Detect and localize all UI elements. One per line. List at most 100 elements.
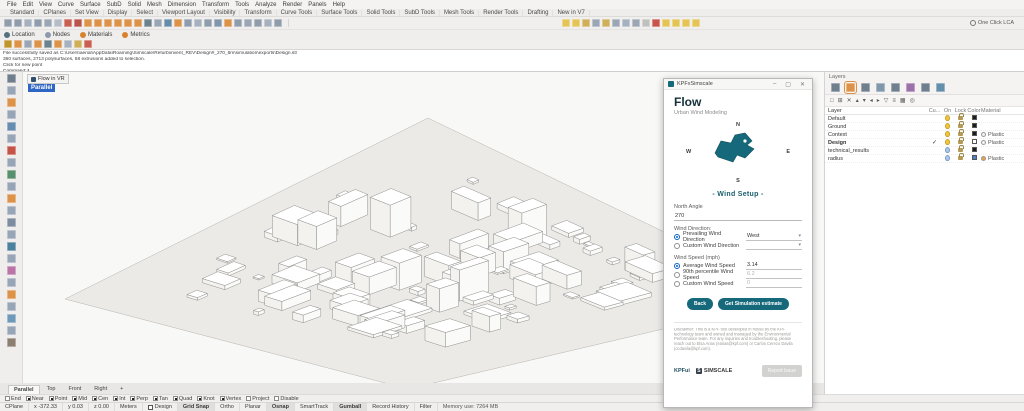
status-toggle[interactable]: Planar (240, 403, 267, 411)
panel-tab-icon[interactable] (921, 83, 930, 92)
toolbar-icon[interactable] (7, 122, 16, 131)
toolbar-icon[interactable] (214, 19, 222, 27)
viewport-tab[interactable]: Parallel (8, 385, 40, 394)
status-toggle[interactable]: Gumball (334, 403, 367, 411)
menu-item[interactable]: Solid (125, 2, 144, 8)
wind-direction-select[interactable]: West ▾ (746, 233, 802, 241)
toolbar-icon[interactable] (652, 19, 660, 27)
osnap-toggle[interactable]: Vertex (220, 396, 242, 402)
wind-direction-select[interactable]: ▾ (746, 242, 802, 250)
toolbar-icon[interactable] (622, 19, 630, 27)
osnap-toggle[interactable]: Quad (173, 396, 192, 402)
viewport-tab[interactable]: Front (62, 384, 87, 394)
checkbox[interactable] (197, 396, 202, 401)
layer-row[interactable]: technical_results ✓ (825, 147, 1024, 155)
layer-lock-icon[interactable] (958, 156, 963, 160)
report-issue-button[interactable]: Report Issue (762, 365, 802, 377)
menu-item[interactable]: Surface (77, 2, 104, 8)
toolbar-icon[interactable] (234, 19, 242, 27)
toolbar-tab[interactable]: New in V7 (553, 10, 589, 16)
toolbar-icon[interactable] (7, 338, 16, 347)
toolbar-icon[interactable] (7, 242, 16, 251)
toolbar-icon[interactable] (184, 19, 192, 27)
radio-button[interactable] (674, 263, 680, 269)
plugin-toolbar-button[interactable]: Materials (80, 32, 112, 38)
layers-toolbar-icon[interactable]: ▸ (877, 97, 880, 104)
layers-toolbar-icon[interactable]: ◎ (910, 97, 915, 104)
toolbar-tab[interactable]: Visibility (210, 10, 241, 16)
get-simulation-estimate-button[interactable]: Get Simulation estimate (718, 298, 789, 310)
toolbar-icon[interactable] (642, 19, 650, 27)
osnap-toggle[interactable]: Near (26, 396, 44, 402)
osnap-toggle[interactable]: Tan (153, 396, 168, 402)
layer-on-bulb-icon[interactable] (945, 155, 950, 161)
panel-tab-icon[interactable] (831, 83, 840, 92)
osnap-toggle[interactable]: Int (113, 396, 125, 402)
menu-item[interactable]: Tools (232, 2, 252, 8)
toolbar-icon[interactable] (24, 19, 32, 27)
toolbar-icon[interactable] (682, 19, 690, 27)
toolbar-icon[interactable] (4, 40, 12, 48)
minimize-icon[interactable]: – (770, 81, 779, 87)
layers-toolbar-icon[interactable]: ⊞ (838, 97, 843, 104)
checkbox[interactable] (26, 396, 31, 401)
wind-speed-input[interactable]: 6.2 ▾ (746, 271, 802, 279)
toolbar-icon[interactable] (7, 290, 16, 299)
checkbox[interactable] (113, 396, 118, 401)
checkbox[interactable] (92, 396, 97, 401)
toolbar-icon[interactable] (572, 19, 580, 27)
layer-row[interactable]: Default ✓ (825, 115, 1024, 123)
osnap-toggle[interactable]: Point (49, 396, 68, 402)
toolbar-icon[interactable] (44, 19, 52, 27)
toolbar-icon[interactable] (7, 278, 16, 287)
toolbar-icon[interactable] (254, 19, 262, 27)
toolbar-icon[interactable] (7, 74, 16, 83)
toolbar-icon[interactable] (74, 19, 82, 27)
status-toggle[interactable]: Ortho (215, 403, 240, 411)
toolbar-tab[interactable]: CPlanes (39, 10, 71, 16)
toolbar-tab[interactable]: Solid Tools (362, 10, 400, 16)
osnap-toggle[interactable]: End (5, 396, 21, 402)
toolbar-tab[interactable]: Viewport Layout (158, 10, 210, 16)
toolbar-icon[interactable] (7, 110, 16, 119)
layer-row[interactable]: Ground ✓ (825, 123, 1024, 131)
layer-row[interactable]: radius ✓ Plastic (825, 155, 1024, 163)
checkbox[interactable] (130, 396, 135, 401)
cplane-pane[interactable]: CPlane (0, 403, 29, 411)
panel-tab-icon[interactable] (891, 83, 900, 92)
layers-toolbar-icon[interactable]: ▦ (900, 97, 906, 104)
osnap-toggle[interactable]: Mid (72, 396, 87, 402)
toolbar-icon[interactable] (14, 19, 22, 27)
toolbar-icon[interactable] (134, 19, 142, 27)
toolbar-icon[interactable] (34, 40, 42, 48)
toolbar-tab[interactable]: Set View (71, 10, 104, 16)
toolbar-icon[interactable] (64, 19, 72, 27)
toolbar-icon[interactable] (7, 98, 16, 107)
toolbar-icon[interactable] (7, 134, 16, 143)
layer-on-bulb-icon[interactable] (945, 115, 950, 121)
viewport-tab[interactable]: Right (88, 384, 113, 394)
checkbox[interactable] (246, 396, 251, 401)
toolbar-icon[interactable] (84, 19, 92, 27)
checkbox[interactable] (153, 396, 158, 401)
checkbox[interactable] (72, 396, 77, 401)
status-toggle[interactable]: SmartTrack (295, 403, 334, 411)
current-layer-pane[interactable]: Design (143, 403, 178, 411)
toolbar-icon[interactable] (7, 326, 16, 335)
toolbar-icon[interactable] (7, 194, 16, 203)
viewport-tab[interactable]: + (114, 384, 129, 394)
maximize-icon[interactable]: ▢ (782, 81, 794, 88)
plugin-toolbar-button[interactable]: Location (4, 32, 35, 38)
layer-lock-icon[interactable] (958, 124, 963, 128)
osnap-toggle[interactable]: Project (246, 396, 269, 402)
panel-tab-icon[interactable] (846, 83, 855, 92)
layer-color-swatch[interactable] (972, 131, 977, 136)
status-toggle[interactable]: Grid Snap (178, 403, 215, 411)
toolbar-icon[interactable] (7, 218, 16, 227)
status-toggle[interactable]: Record History (367, 403, 414, 411)
viewport-title[interactable]: Parallel (28, 84, 55, 92)
checkbox[interactable] (173, 396, 178, 401)
panel-tab-icon[interactable] (906, 83, 915, 92)
toolbar-icon[interactable] (7, 266, 16, 275)
toolbar-icon[interactable] (602, 19, 610, 27)
